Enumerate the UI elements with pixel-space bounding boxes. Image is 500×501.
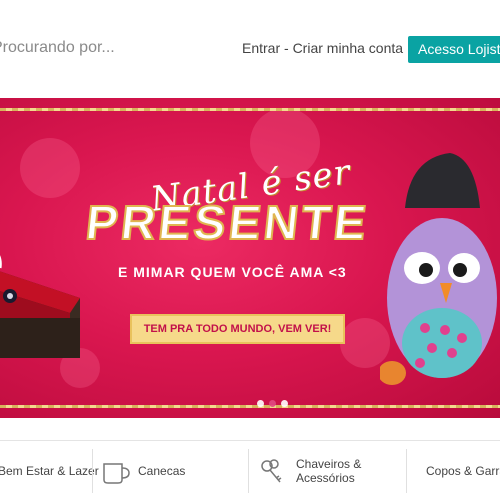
pool-table-image (0, 255, 80, 358)
keys-icon (261, 459, 282, 483)
carousel-dot-active[interactable] (269, 400, 276, 407)
category-label: Copos & Garrafas (426, 464, 500, 478)
banner-headline: PRESENTE (82, 196, 372, 251)
banner-subline: E MIMAR QUEM VOCÊ AMA <3 (118, 264, 347, 280)
category-cups[interactable]: Copos & Garrafas (418, 441, 500, 501)
search-input[interactable] (0, 30, 222, 66)
carousel-dots (255, 398, 291, 410)
category-leisure[interactable]: Bem Estar & Lazer (0, 441, 99, 501)
bokeh-decoration (20, 138, 80, 198)
banner-cta-button[interactable]: TEM PRA TODO MUNDO, VEM VER! (130, 314, 345, 344)
category-keychains[interactable]: Chaveiros & Acessórios (258, 441, 398, 501)
mug-icon (103, 463, 130, 484)
site-header: Entrar - Criar minha conta Acesso Lojist… (0, 0, 500, 98)
category-label: Bem Estar & Lazer (0, 464, 99, 478)
category-mugs[interactable]: Canecas (100, 441, 240, 501)
gold-border-top (0, 108, 500, 111)
category-divider (248, 449, 249, 493)
category-bar: Bem Estar & Lazer Canecas Chaveiros & Ac… (0, 440, 500, 500)
category-label: Canecas (138, 464, 186, 478)
category-divider (92, 449, 93, 493)
category-label: Chaveiros & Acessórios (296, 457, 362, 485)
carousel-dot[interactable] (257, 400, 264, 407)
login-link[interactable]: Entrar - Criar minha conta (242, 40, 403, 56)
category-divider (406, 449, 407, 493)
gold-border-bottom (0, 405, 500, 408)
lojista-access-button[interactable]: Acesso Lojista (408, 36, 500, 63)
hero-banner[interactable]: Natal é ser PRESENTE E MIMAR QUEM VOCÊ A… (0, 98, 500, 418)
carousel-dot[interactable] (281, 400, 288, 407)
owl-plush-image: E CUI (380, 153, 497, 385)
